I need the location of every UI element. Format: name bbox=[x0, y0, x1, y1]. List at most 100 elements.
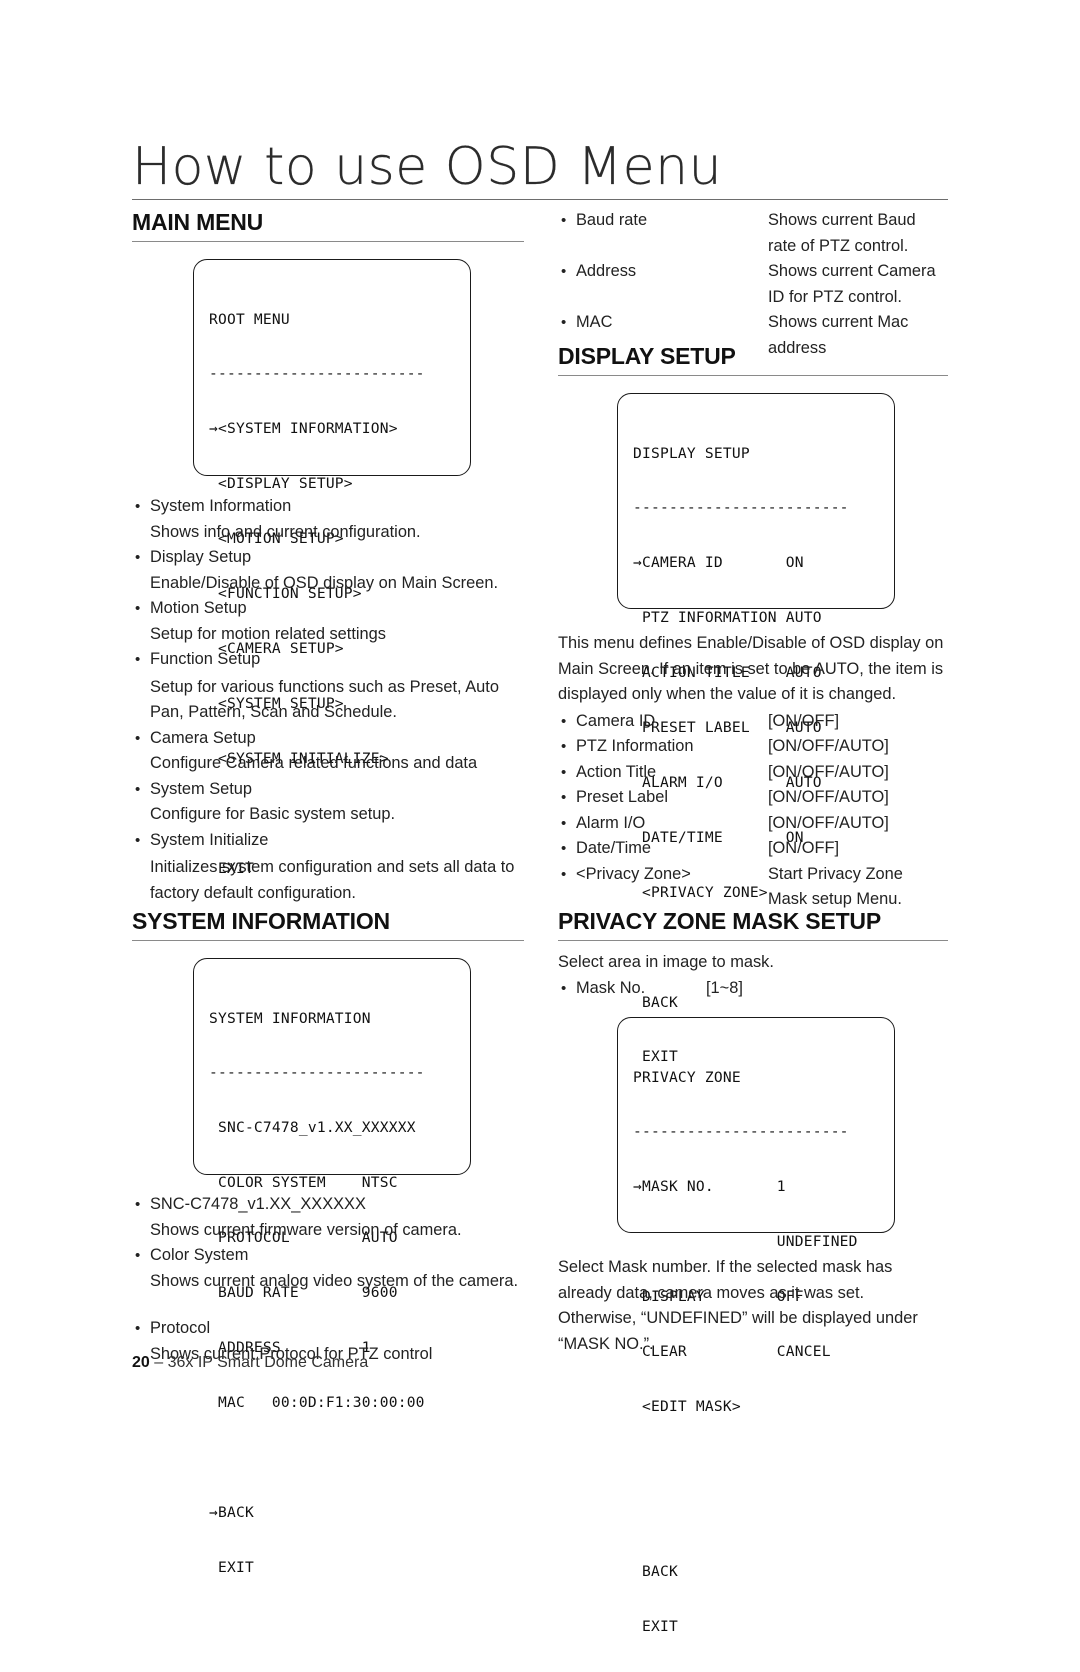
system-information-continued-list: Baud rate Shows current Baud rate of PTZ … bbox=[558, 208, 948, 361]
list-item: System Initialize bbox=[132, 828, 524, 854]
osd-box-system-information: SYSTEM INFORMATION ---------------------… bbox=[193, 958, 471, 1576]
list-item: System Setup bbox=[132, 777, 524, 803]
list-item-desc: Shows info and current configuration. bbox=[150, 522, 421, 541]
list-item: Address Shows current Camera ID for PTZ c… bbox=[558, 259, 948, 310]
list-item-value: [ON/OFF/AUTO] bbox=[768, 813, 889, 832]
section-system-information: SYSTEM INFORMATION SYSTEM INFORMATION --… bbox=[132, 908, 524, 1576]
list-item-value: [ON/OFF/AUTO] bbox=[768, 762, 889, 781]
osd-menu-item-edit-mask[interactable]: <EDIT MASK> bbox=[618, 1398, 894, 1416]
list-item: Baud rate Shows current Baud rate of PTZ … bbox=[558, 208, 948, 259]
list-item-desc: Shows current firmware version of camera… bbox=[150, 1220, 462, 1239]
list-item: Camera ID [ON/OFF] bbox=[558, 709, 948, 735]
privacy-zone-outro: Select Mask number. If the selected mask… bbox=[558, 1258, 918, 1353]
section-rule bbox=[132, 241, 524, 242]
osd-menu-item[interactable]: →<SYSTEM INFORMATION> bbox=[194, 420, 470, 438]
section-rule bbox=[558, 940, 948, 941]
list-item-label: Baud rate bbox=[576, 211, 648, 229]
osd-spacer bbox=[194, 1449, 470, 1467]
title-rule bbox=[132, 199, 948, 200]
list-item-value: Shows current Camera ID for PTZ control. bbox=[768, 262, 936, 306]
list-item: Motion Setup bbox=[132, 596, 524, 622]
section-heading-privacy-zone-mask-setup: PRIVACY ZONE MASK SETUP bbox=[558, 908, 881, 934]
osd-field-ptz-information[interactable]: PTZ INFORMATION AUTO bbox=[618, 609, 894, 627]
osd-box-privacy-zone: PRIVACY ZONE ------------------------ →M… bbox=[617, 1017, 895, 1635]
list-item-label: Preset Label bbox=[576, 788, 669, 806]
osd-menu-item[interactable]: <DISPLAY SETUP> bbox=[194, 475, 470, 493]
list-item-desc: Setup for various functions such as Pres… bbox=[150, 677, 499, 722]
osd-menu-item-exit[interactable]: EXIT bbox=[618, 1618, 894, 1636]
list-item-label: Date/Time bbox=[576, 839, 651, 857]
display-setup-item-list: Camera ID [ON/OFF] PTZ Information [ON/OFF… bbox=[558, 709, 948, 913]
system-information-item-list: SNC-C7478_v1.XX_XXXXXX Shows current fir… bbox=[132, 1192, 524, 1367]
list-item-value: [ON/OFF/AUTO] bbox=[768, 788, 889, 806]
osd-spacer bbox=[618, 1453, 894, 1471]
list-item-value: Shows current Baud rate of PTZ control. bbox=[768, 211, 916, 255]
list-item-label: PTZ Information bbox=[576, 737, 694, 755]
list-item-desc: Setup for motion related settings bbox=[150, 624, 386, 643]
list-item: Camera Setup bbox=[132, 726, 524, 752]
osd-title: SYSTEM INFORMATION bbox=[209, 1009, 371, 1027]
osd-box-display-setup: DISPLAY SETUP ------------------------ →… bbox=[617, 393, 895, 1065]
section-rule bbox=[132, 940, 524, 941]
section-main-menu: MAIN MENU ROOT MENU --------------------… bbox=[132, 209, 524, 906]
list-item-desc: Configure for Basic system setup. bbox=[150, 805, 396, 823]
osd-title: PRIVACY ZONE bbox=[633, 1068, 741, 1086]
list-item-desc: Enable/Disable of OSD display on Main Sc… bbox=[150, 573, 499, 592]
list-item-label: Camera ID bbox=[576, 711, 656, 730]
osd-menu-item-back[interactable]: BACK bbox=[618, 1563, 894, 1581]
osd-title: DISPLAY SETUP bbox=[633, 444, 750, 462]
osd-menu-item-exit[interactable]: EXIT bbox=[194, 1559, 470, 1577]
list-item-label: Alarm I/O bbox=[576, 813, 646, 832]
page-title: How to use OSD Menu bbox=[132, 137, 723, 197]
main-menu-item-list: System Information Shows info and curren… bbox=[132, 494, 524, 906]
list-item-desc: Shows current analog video system of the… bbox=[150, 1271, 519, 1290]
list-item: Action Title [ON/OFF/AUTO] bbox=[558, 760, 948, 786]
list-item: PTZ Information [ON/OFF/AUTO] bbox=[558, 734, 948, 760]
list-item-label: Mask No. bbox=[576, 978, 646, 997]
list-item-label: Action Title bbox=[576, 762, 657, 781]
osd-field-mask-state: UNDEFINED bbox=[633, 1233, 858, 1251]
list-item-value: Start Privacy Zone Mask setup Menu. bbox=[768, 864, 903, 909]
list-item-label: Address bbox=[576, 262, 637, 280]
section-privacy-zone-mask-setup: PRIVACY ZONE MASK SETUP Select area in i… bbox=[558, 908, 948, 1635]
section-rule bbox=[558, 375, 948, 376]
osd-box-root-menu: ROOT MENU ------------------------ →<SYS… bbox=[193, 259, 471, 877]
list-item: Protocol bbox=[132, 1316, 524, 1342]
list-item-desc: Configure Camera related functions and d… bbox=[150, 754, 478, 772]
osd-divider: ------------------------ bbox=[209, 1064, 425, 1082]
list-item: System Information bbox=[132, 494, 524, 520]
list-item-label: <Privacy Zone> bbox=[576, 864, 691, 883]
osd-field-color-system: COLOR SYSTEM NTSC bbox=[209, 1174, 398, 1192]
osd-spacer bbox=[618, 1508, 894, 1526]
list-item-value: [ON/OFF] bbox=[768, 711, 840, 730]
list-item: <Privacy Zone> Start Privacy Zone Mask se… bbox=[558, 862, 948, 913]
list-item-value: [ON/OFF] bbox=[768, 839, 840, 857]
display-setup-intro: This menu defines Enable/Disable of OSD … bbox=[558, 634, 944, 703]
osd-field-firmware: SNC-C7478_v1.XX_XXXXXX bbox=[209, 1119, 416, 1137]
list-item-value: [ON/OFF/AUTO] bbox=[768, 737, 889, 755]
section-heading-system-information: SYSTEM INFORMATION bbox=[132, 908, 390, 934]
page-footer: 20 – 36x IP Smart Dome Camera bbox=[132, 1353, 368, 1373]
list-item: Function Setup bbox=[132, 647, 524, 673]
footer-separator: – bbox=[149, 1354, 168, 1371]
list-item: Preset Label [ON/OFF/AUTO] bbox=[558, 785, 948, 811]
list-item: Display Setup bbox=[132, 545, 524, 571]
section-display-setup: DISPLAY SETUP DISPLAY SETUP ------------… bbox=[558, 343, 948, 1065]
list-item-label: MAC bbox=[576, 313, 613, 331]
osd-menu-item-back[interactable]: →BACK bbox=[194, 1504, 470, 1522]
list-item: Color System bbox=[132, 1243, 524, 1269]
list-item: SNC-C7478_v1.XX_XXXXXX bbox=[132, 1192, 524, 1218]
privacy-zone-intro: Select area in image to mask. bbox=[558, 953, 774, 971]
list-item-desc: Initializes system configuration and set… bbox=[150, 858, 515, 902]
footer-text: 36x IP Smart Dome Camera bbox=[167, 1354, 369, 1371]
osd-divider: ------------------------ bbox=[633, 499, 849, 517]
footer-page-number: 20 bbox=[132, 1354, 150, 1371]
list-item: Alarm I/O [ON/OFF/AUTO] bbox=[558, 811, 948, 837]
section-heading-display-setup: DISPLAY SETUP bbox=[558, 343, 736, 369]
osd-title: ROOT MENU bbox=[209, 310, 290, 328]
list-item: Mask No. [1~8] bbox=[558, 976, 948, 1002]
osd-field-camera-id[interactable]: →CAMERA ID ON bbox=[618, 554, 894, 572]
list-item-value: [1~8] bbox=[706, 978, 743, 997]
section-heading-main-menu: MAIN MENU bbox=[132, 209, 264, 235]
osd-field-mask-no[interactable]: →MASK NO. 1 bbox=[618, 1178, 894, 1196]
